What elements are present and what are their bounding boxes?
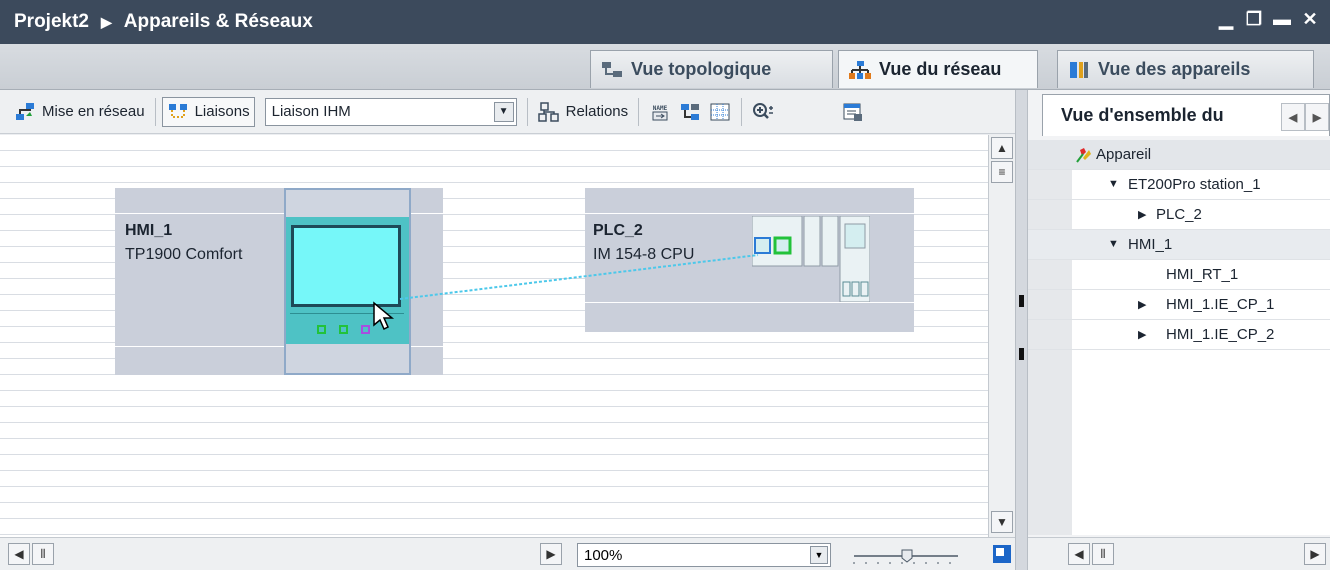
device-tools-icon xyxy=(1074,146,1092,164)
scroll-right-icon[interactable]: ▶ xyxy=(540,543,562,565)
chevron-down-icon[interactable]: ▼ xyxy=(810,546,828,564)
vertical-scrollbar[interactable]: ▲ ≡ ▼ xyxy=(988,135,1015,537)
tree-row-label: HMI_1.IE_CP_2 xyxy=(1166,326,1275,343)
scroll-down-icon[interactable]: ▼ xyxy=(991,511,1013,533)
tab-device-label: Vue des appareils xyxy=(1098,59,1251,79)
tab-topology-label: Vue topologique xyxy=(631,59,772,79)
tree-row[interactable]: ▶ HMI_1.IE_CP_1 xyxy=(1028,290,1330,320)
page-title: Appareils & Réseaux xyxy=(123,11,313,32)
scroll-left-icon[interactable]: ◀ xyxy=(1068,543,1090,565)
connections-icon xyxy=(167,102,189,122)
overview-hscrollbar[interactable]: ◀ ⦀ ▶ xyxy=(1028,537,1330,570)
tree-row[interactable]: ▼ ET200Pro station_1 xyxy=(1028,170,1330,200)
tree-row-label: ET200Pro station_1 xyxy=(1128,176,1261,193)
collapse-icon[interactable]: ▼ xyxy=(1108,178,1119,190)
tree-row[interactable]: ▶ HMI_1.IE_CP_2 xyxy=(1028,320,1330,350)
expand-arrow-icon[interactable] xyxy=(1019,348,1024,360)
zoom-select[interactable]: 100% ▼ xyxy=(577,543,831,567)
tree-row-label: HMI_1.IE_CP_1 xyxy=(1166,296,1275,313)
column-header-device: Appareil xyxy=(1096,146,1152,163)
tree-row[interactable]: HMI_RT_1 xyxy=(1028,260,1330,290)
scroll-up-icon[interactable]: ▲ xyxy=(991,137,1013,159)
networking-button[interactable]: Mise en réseau xyxy=(10,96,149,128)
minimize-icon[interactable]: ▁ xyxy=(1216,8,1236,30)
toolbar-divider xyxy=(741,97,743,126)
tab-scroll-nav: ◀ ▶ xyxy=(1281,103,1329,131)
tab-device-view[interactable]: Vue des appareils xyxy=(1057,50,1314,88)
zoom-tool-button[interactable] xyxy=(748,96,778,128)
project-name[interactable]: Projekt2 xyxy=(14,11,89,33)
networking-icon xyxy=(14,102,36,122)
maximize-icon[interactable]: ▬ xyxy=(1272,8,1292,30)
tree-row-label: PLC_2 xyxy=(1156,206,1202,223)
network-canvas[interactable]: HMI_1 TP1900 Comfort PLC_2 IM 154-8 CPU xyxy=(0,135,988,537)
panel-splitter[interactable] xyxy=(1015,90,1028,570)
relations-label: Relations xyxy=(565,103,629,120)
networking-label: Mise en réseau xyxy=(42,103,145,120)
tab-network-label: Vue du réseau xyxy=(879,59,1002,79)
devices-icon xyxy=(1068,60,1090,80)
layout-icon xyxy=(842,102,864,122)
tab-prev-icon[interactable]: ◀ xyxy=(1281,103,1305,131)
chevron-down-icon[interactable]: ▼ xyxy=(493,101,514,122)
expand-icon[interactable]: ▶ xyxy=(1138,298,1146,311)
network-toolbar: Mise en réseau Liaisons Liaison IHM ▼ Re… xyxy=(0,90,1015,134)
tree-row-label: HMI_RT_1 xyxy=(1166,266,1239,283)
grid-view-button[interactable] xyxy=(705,96,735,128)
collapse-arrow-icon[interactable] xyxy=(1019,295,1024,307)
network-config-icon xyxy=(679,102,701,122)
window-controls: ▁ ❐ ▬ ✕ xyxy=(1216,8,1320,30)
overview-navigator-icon[interactable] xyxy=(992,544,1012,564)
device-tree: Appareil ▼ ET200Pro station_1 ▶ PLC_2 ▼ … xyxy=(1028,140,1330,535)
connections-label: Liaisons xyxy=(194,103,250,120)
assign-name-button[interactable]: NAME xyxy=(645,96,675,128)
app-window: Projekt2 ▶ Appareils & Réseaux ▁ ❐ ▬ ✕ V… xyxy=(0,0,1330,570)
title-bar: Projekt2 ▶ Appareils & Réseaux ▁ ❐ ▬ ✕ xyxy=(0,0,1330,44)
tree-row[interactable]: ▼ HMI_1 xyxy=(1028,230,1330,260)
device-name-icon: NAME xyxy=(649,102,671,122)
connection-type-value: Liaison IHM xyxy=(271,103,351,120)
canvas-bottom-bar: ◀ ⦀ ▶ 100% ▼ xyxy=(0,537,1015,570)
overview-title: Vue d'ensemble du xyxy=(1061,105,1224,125)
hmi-connection-line[interactable] xyxy=(0,135,988,537)
expand-icon[interactable]: ▶ xyxy=(1138,208,1146,221)
breadcrumb-separator-icon: ▶ xyxy=(100,13,112,30)
hscroll-thumb-icon[interactable]: ⦀ xyxy=(1092,543,1114,565)
tab-topology-view[interactable]: Vue topologique xyxy=(590,50,833,88)
tree-row[interactable]: ▶ PLC_2 xyxy=(1028,200,1330,230)
network-icon xyxy=(849,60,871,80)
tree-row-label: HMI_1 xyxy=(1128,236,1173,253)
connections-button[interactable]: Liaisons xyxy=(161,96,255,127)
network-tool-button[interactable] xyxy=(675,96,705,128)
relations-icon xyxy=(537,101,560,122)
scroll-thumb-icon[interactable]: ≡ xyxy=(991,161,1013,183)
tree-header[interactable]: Appareil xyxy=(1028,140,1330,170)
toolbar-divider xyxy=(154,97,156,126)
float-icon[interactable]: ❐ xyxy=(1244,8,1264,30)
tab-next-icon[interactable]: ▶ xyxy=(1305,103,1329,131)
connection-type-select[interactable]: Liaison IHM ▼ xyxy=(264,97,517,126)
scroll-right-icon[interactable]: ▶ xyxy=(1304,543,1326,565)
topology-icon xyxy=(601,60,623,80)
collapse-icon[interactable]: ▼ xyxy=(1108,238,1119,250)
zoom-value: 100% xyxy=(584,546,623,564)
expand-icon[interactable]: ▶ xyxy=(1138,328,1146,341)
zoom-slider[interactable] xyxy=(852,544,962,566)
hscroll-thumb-icon[interactable]: ⦀ xyxy=(32,543,54,565)
toolbar-divider xyxy=(526,97,528,126)
zoom-in-icon xyxy=(752,102,774,122)
grid-icon xyxy=(709,102,731,122)
view-tabs-bar: Vue topologique Vue du réseau Vue des ap… xyxy=(0,44,1330,90)
overview-panel: Vue d'ensemble du ◀ ▶ Appareil ▼ ET200Pr… xyxy=(1028,90,1330,570)
close-icon[interactable]: ✕ xyxy=(1300,8,1320,30)
tab-overview[interactable]: Vue d'ensemble du ◀ ▶ xyxy=(1042,94,1330,136)
name-icon-text: NAME xyxy=(653,105,668,112)
save-layout-button[interactable] xyxy=(838,96,868,128)
toolbar-divider xyxy=(638,97,640,126)
mouse-cursor-icon xyxy=(373,301,395,331)
scroll-left-icon[interactable]: ◀ xyxy=(8,543,30,565)
tab-network-view[interactable]: Vue du réseau xyxy=(838,50,1038,88)
relations-button[interactable]: Relations xyxy=(534,96,633,128)
